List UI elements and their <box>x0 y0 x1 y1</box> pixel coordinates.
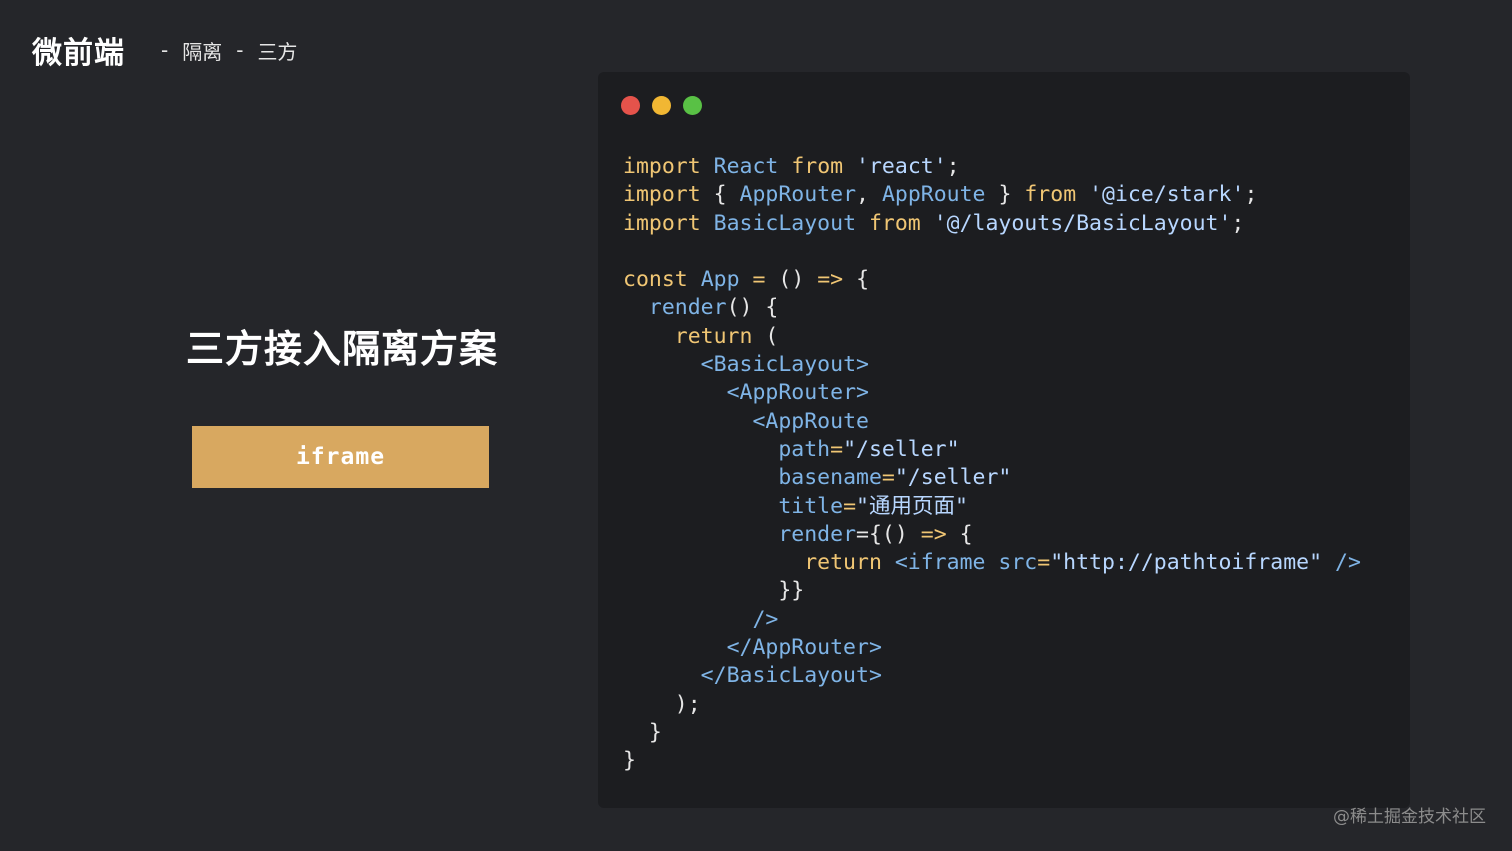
code-line: basename="/seller" <box>778 465 1012 491</box>
code-line: /> <box>752 606 779 632</box>
code-block: import React from 'react'; import { AppRo… <box>623 153 1361 776</box>
code-line: </BasicLayout> <box>700 663 882 689</box>
window-controls <box>621 96 702 115</box>
code-line: ); <box>674 691 701 717</box>
code-line: import { AppRouter, AppRoute } from '@ic… <box>623 182 1258 208</box>
code-line: <AppRoute <box>752 408 869 434</box>
code-line: return ( <box>674 323 779 349</box>
breadcrumb-item-third-party: 三方 <box>257 39 298 64</box>
code-line: render() { <box>648 295 779 321</box>
close-dot-icon[interactable] <box>621 96 640 115</box>
minimize-dot-icon[interactable] <box>652 96 671 115</box>
breadcrumb: 微前端 - 隔离 - 三方 <box>32 26 297 74</box>
brand-title: 微前端 <box>32 36 125 71</box>
code-line: import React from 'react'; <box>623 154 960 179</box>
code-line: import BasicLayout from '@/layouts/Basic… <box>623 210 1245 236</box>
watermark: @稀土掘金技术社区 <box>1333 807 1486 827</box>
code-line: </AppRouter> <box>726 635 882 661</box>
code-line: return <iframe src="http://pathtoiframe"… <box>804 550 1361 576</box>
code-window: import React from 'react'; import { AppRo… <box>598 72 1410 808</box>
breadcrumb-item-isolation: 隔离 <box>182 39 223 64</box>
code-line: }} <box>778 578 805 604</box>
code-line: } <box>648 719 662 745</box>
code-line: const App = () => { <box>623 267 870 293</box>
breadcrumb-separator: - <box>236 38 244 62</box>
breadcrumb-separator: - <box>161 38 169 62</box>
page-title: 三方接入隔离方案 <box>186 327 499 371</box>
code-line: <BasicLayout> <box>700 352 869 378</box>
code-line: path="/seller" <box>778 436 960 462</box>
code-line: <AppRouter> <box>726 380 869 406</box>
iframe-button[interactable]: iframe <box>192 426 489 488</box>
code-line: } <box>623 748 636 774</box>
code-line: render={() => { <box>778 521 973 547</box>
code-line: title="通用页面" <box>778 493 968 519</box>
maximize-dot-icon[interactable] <box>683 96 702 115</box>
